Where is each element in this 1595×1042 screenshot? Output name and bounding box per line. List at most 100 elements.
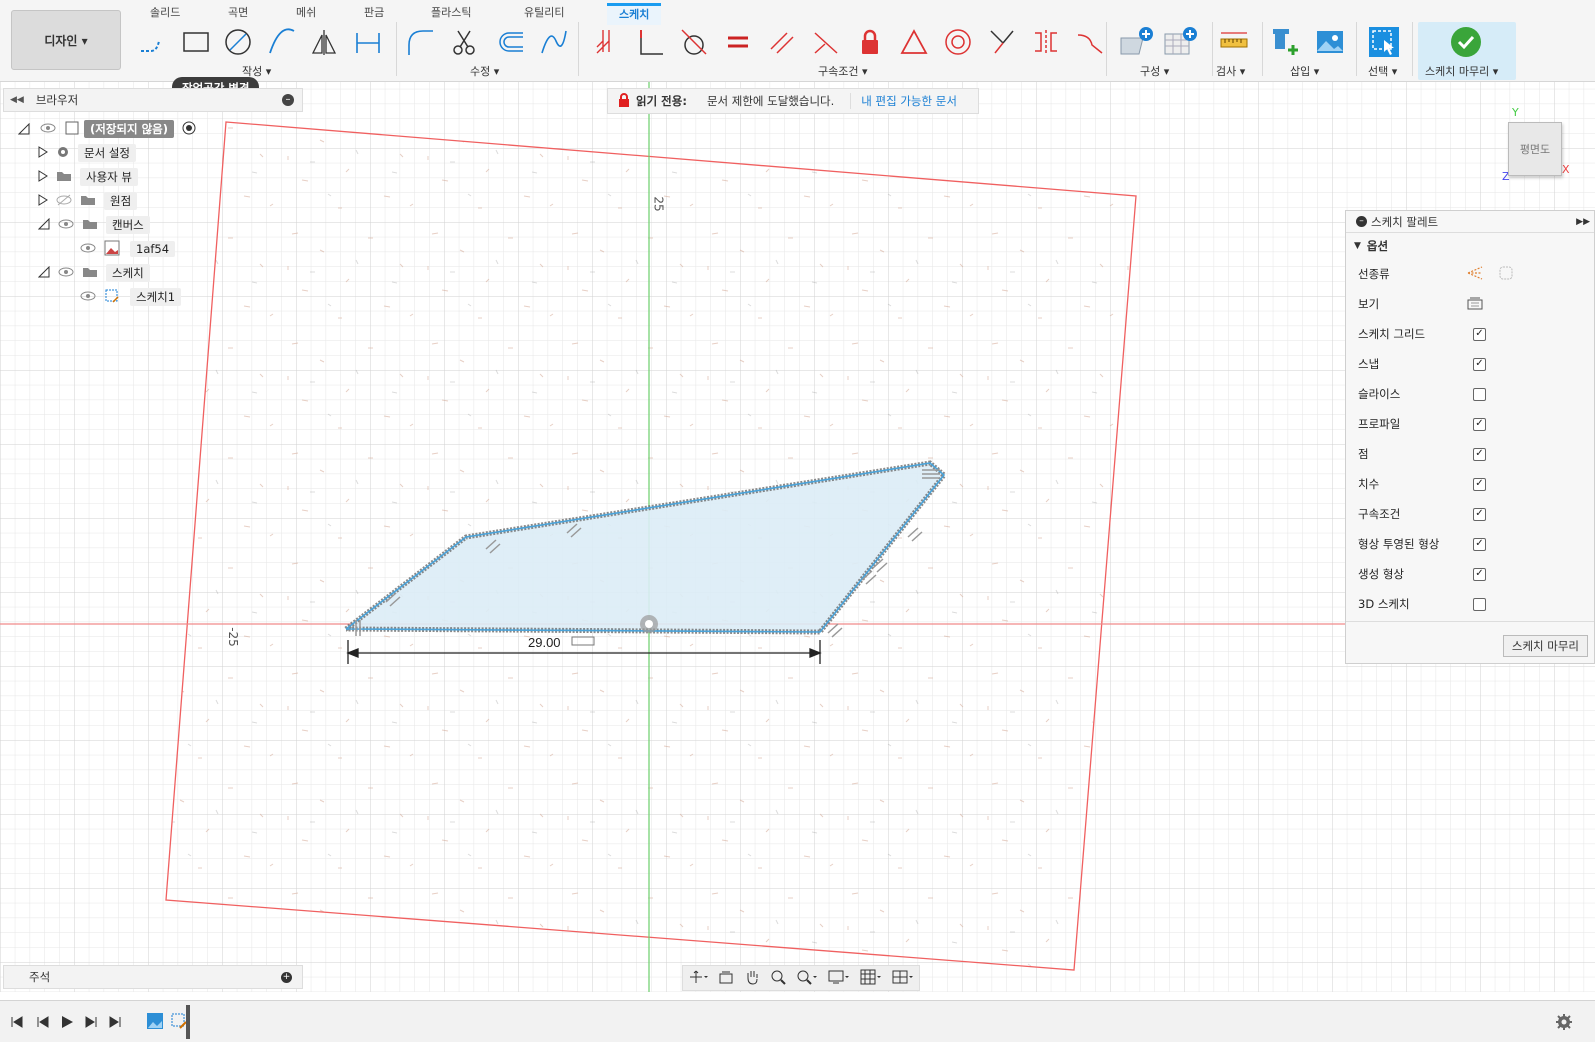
eye-icon[interactable] [40,122,56,137]
circle-tool-icon[interactable] [222,26,254,58]
timeline-settings-gear-icon[interactable] [1555,1013,1573,1034]
display-settings-icon[interactable] [828,969,850,988]
tree-item-label[interactable]: 스케치1 [130,288,182,306]
fit-zoom-icon[interactable] [796,969,818,988]
eye-icon[interactable] [80,242,96,257]
annotation-add-icon[interactable]: + [281,972,292,983]
timeline-canvas-feature-icon[interactable] [146,1012,164,1030]
spline-tool-icon[interactable] [538,26,570,58]
orbit-icon[interactable] [688,969,708,988]
dimensions-checkbox[interactable]: ✓ [1473,477,1486,491]
tab-utility[interactable]: 유틸리티 [524,4,564,20]
section-collapse-icon[interactable]: ▼ [1354,241,1361,251]
viewcube-face-label[interactable]: 평면도 [1520,141,1550,157]
go-to-end-icon[interactable] [108,1015,122,1029]
browser-header[interactable]: ◀◀ 브라우저 – [3,88,303,112]
tree-item-document-settings[interactable]: 문서 설정 [38,143,136,163]
projected-geometry-checkbox[interactable]: ✓ [1473,537,1486,551]
play-icon[interactable] [60,1015,74,1029]
construct-plane-icon[interactable] [1116,26,1156,58]
tree-item-canvas-image[interactable]: 1af54 [80,239,176,259]
timeline-marker[interactable] [186,1005,190,1039]
tree-item-label[interactable]: 캔버스 [106,216,150,234]
activate-radio-icon[interactable] [182,121,196,138]
eye-icon[interactable] [58,218,74,233]
editable-documents-link[interactable]: 내 편집 가능한 문서 [850,93,957,109]
root-document-label[interactable]: (저장되지 않음) [84,120,174,138]
trim-scissors-icon[interactable] [448,26,480,58]
eye-hidden-icon[interactable] [56,194,72,209]
collinear-constraint-icon[interactable] [810,26,842,58]
finish-sketch-label[interactable]: 스케치 마무리 ▾ [1425,63,1498,79]
tree-item-canvases[interactable]: 캔버스 [37,215,150,235]
3d-sketch-checkbox[interactable] [1473,597,1486,611]
tab-solid[interactable]: 솔리드 [150,4,180,20]
select-tool-icon[interactable] [1368,26,1400,58]
perpendicular-constraint-icon[interactable] [634,26,666,58]
pan-hand-icon[interactable] [744,969,760,988]
constraints-checkbox[interactable]: ✓ [1473,507,1486,521]
collapse-triangle-icon[interactable] [37,265,50,281]
annotation-panel[interactable]: 주석 + [3,965,303,989]
construct-grid-icon[interactable] [1160,26,1200,58]
tangent-constraint-icon[interactable] [678,26,710,58]
construction-line-icon[interactable] [1466,265,1484,284]
finish-sketch-check-icon[interactable] [1450,26,1482,58]
tab-sheet-metal[interactable]: 판금 [364,4,384,20]
expand-arrow-icon[interactable] [38,169,48,185]
palette-expand-icon[interactable]: ▶▶ [1576,217,1590,227]
collapse-triangle-icon[interactable] [17,122,30,135]
points-checkbox[interactable]: ✓ [1473,447,1486,461]
eye-icon[interactable] [80,290,96,305]
tab-plastic[interactable]: 플라스틱 [431,4,471,20]
expand-arrow-icon[interactable] [38,145,48,161]
viewports-icon[interactable] [892,969,914,988]
modify-group-label[interactable]: 수정 ▾ [470,63,499,79]
coincident-point-icon[interactable] [986,26,1018,58]
dimension-label[interactable]: 29.00 [528,635,561,650]
insert-group-label[interactable]: 삽입 ▾ [1290,63,1319,79]
rectangle-tool-icon[interactable] [180,26,212,58]
palette-finish-sketch-button[interactable]: 스케치 마무리 [1502,635,1588,657]
fix-lock-icon[interactable] [854,26,886,58]
look-at-icon[interactable] [718,969,734,988]
palette-header[interactable]: – 스케치 팔레트 ▶▶ [1346,211,1594,233]
look-at-icon[interactable] [1466,295,1484,314]
eye-icon[interactable] [58,266,74,281]
collapse-triangle-icon[interactable] [37,217,50,233]
step-forward-icon[interactable] [84,1015,98,1029]
concentric-constraint-icon[interactable] [942,26,974,58]
workspace-switch-button[interactable]: 디자인 ▾ [11,10,121,70]
mirror-tool-icon[interactable] [308,26,340,58]
coincident-constraint-icon[interactable] [590,26,622,58]
arc-tool-icon[interactable] [266,26,298,58]
insert-image-icon[interactable] [1314,26,1346,58]
tab-surface[interactable]: 곡면 [228,4,248,20]
tree-item-label[interactable]: 사용자 뷰 [80,168,138,186]
parallel-constraint-icon[interactable] [766,26,798,58]
symmetry-constraint-icon[interactable] [1030,26,1062,58]
fillet-tool-icon[interactable] [404,26,436,58]
tree-item-label[interactable]: 스케치 [106,264,150,282]
step-back-icon[interactable] [36,1015,50,1029]
browser-minimize-icon[interactable]: – [282,94,294,106]
sketch-grid-checkbox[interactable]: ✓ [1473,327,1486,341]
equal-constraint-icon[interactable] [722,26,754,58]
line-tool-icon[interactable] [136,26,168,58]
centerline-icon[interactable] [1498,265,1514,284]
tree-item-label[interactable]: 1af54 [130,241,176,257]
view-cube[interactable]: 평면도 [1508,122,1562,176]
dimension-tool-icon[interactable] [352,26,384,58]
grid-settings-icon[interactable] [860,969,882,988]
tree-item-sketches[interactable]: 스케치 [37,263,150,283]
construction-geometry-checkbox[interactable]: ✓ [1473,567,1486,581]
insert-component-icon[interactable] [1270,26,1302,58]
inspect-group-label[interactable]: 검사 ▾ [1216,63,1245,79]
expand-arrow-icon[interactable] [38,193,48,209]
offset-tool-icon[interactable] [494,26,526,58]
midpoint-triangle-icon[interactable] [898,26,930,58]
tab-mesh[interactable]: 메쉬 [296,4,316,20]
profile-checkbox[interactable]: ✓ [1473,417,1486,431]
measure-ruler-icon[interactable] [1218,26,1250,58]
tree-item-origin[interactable]: 원점 [38,191,138,211]
